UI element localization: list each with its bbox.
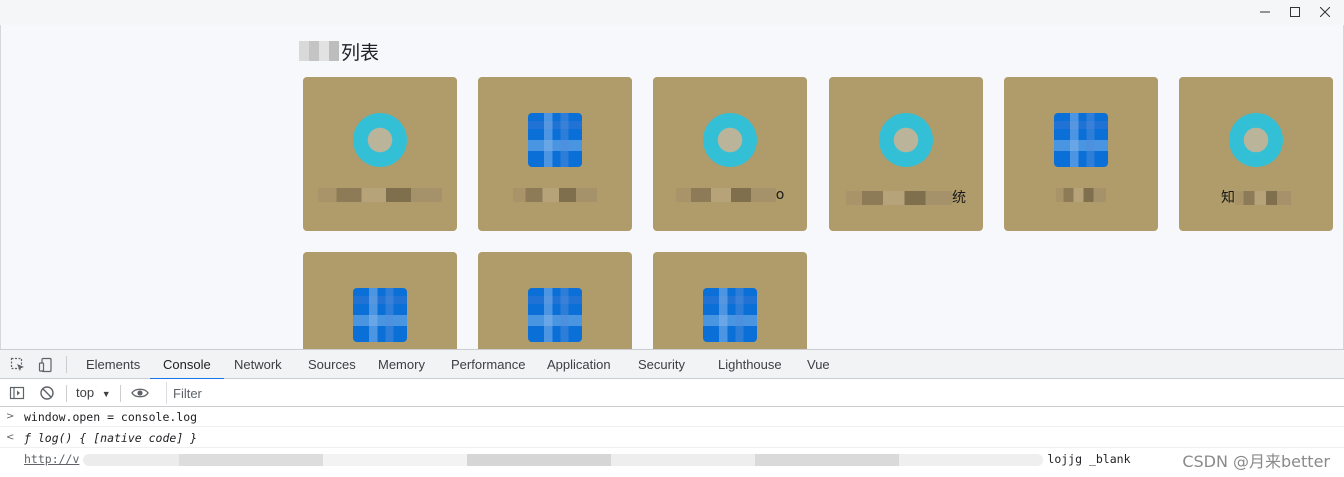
console-result-text: ƒ log() { [native code] }: [24, 431, 198, 445]
app-card[interactable]: 知: [1179, 77, 1333, 231]
console-toolbar: top ▼: [0, 379, 1344, 407]
inspect-element-icon[interactable]: [8, 355, 28, 375]
context-selector-label: top: [76, 385, 95, 400]
app-card-label: 知: [1179, 187, 1333, 207]
dropdown-arrow-icon: ▼: [101, 389, 111, 399]
devtools-tabbar: Elements Console Network Sources Memory …: [0, 350, 1344, 380]
sidebar-toggle-icon[interactable]: [7, 383, 27, 403]
close-icon[interactable]: [1310, 2, 1340, 22]
window-titlebar: [0, 0, 1344, 25]
devtools-panel: Elements Console Network Sources Memory …: [0, 349, 1344, 477]
app-card-label: [478, 187, 632, 207]
tab-elements[interactable]: Elements: [86, 350, 140, 379]
toolbar-divider: [66, 356, 67, 373]
round-app-icon: [703, 113, 757, 167]
csdn-watermark: CSDN @月来better: [1182, 452, 1330, 471]
round-app-icon: [353, 113, 407, 167]
app-card[interactable]: o: [653, 77, 807, 231]
toolbar-divider: [120, 385, 121, 402]
app-card[interactable]: [478, 252, 632, 349]
tab-vue[interactable]: Vue: [807, 350, 830, 379]
redacted-title-part: [299, 41, 339, 61]
console-log-text: http://v lojjg _blank: [24, 449, 1131, 469]
result-arrow-icon: <: [6, 432, 15, 443]
log-url-link[interactable]: http://v: [24, 452, 79, 466]
clear-console-icon[interactable]: [37, 383, 57, 403]
app-card[interactable]: 统: [829, 77, 983, 231]
tab-memory[interactable]: Memory: [378, 350, 425, 379]
page-title-text: 列表: [341, 41, 380, 64]
square-app-icon: [353, 288, 407, 342]
app-card-label: [303, 187, 457, 207]
app-card[interactable]: [303, 252, 457, 349]
tab-application[interactable]: Application: [547, 350, 611, 379]
app-card[interactable]: [303, 77, 457, 231]
page-title: 列表: [299, 38, 379, 64]
redacted-label: [318, 188, 442, 202]
redacted-url: [83, 453, 1044, 466]
console-filter-input[interactable]: [166, 382, 1344, 404]
maximize-icon[interactable]: [1280, 2, 1310, 22]
device-toggle-icon[interactable]: [36, 355, 56, 375]
tab-network[interactable]: Network: [234, 350, 282, 379]
console-log-line: http://v lojjg _blank: [0, 449, 1344, 469]
console-input-text: window.open = console.log: [24, 410, 198, 424]
redacted-label: [846, 191, 952, 205]
redacted-label: [675, 188, 776, 202]
square-app-icon: [528, 288, 582, 342]
app-card-label: 统: [829, 187, 983, 207]
toolbar-divider: [66, 385, 67, 402]
redacted-label: [513, 188, 597, 202]
minimize-icon[interactable]: [1250, 2, 1280, 22]
round-app-icon: [1229, 113, 1283, 167]
redacted-label: [1056, 188, 1106, 202]
console-result-line: < ƒ log() { [native code] }: [0, 428, 1344, 448]
live-expression-eye-icon[interactable]: [130, 383, 150, 403]
square-app-icon: [528, 113, 582, 167]
app-card[interactable]: [653, 252, 807, 349]
square-app-icon: [703, 288, 757, 342]
tab-performance[interactable]: Performance: [451, 350, 525, 379]
tab-sources[interactable]: Sources: [308, 350, 356, 379]
input-prompt-icon: >: [6, 411, 15, 422]
redacted-label: [1235, 191, 1291, 205]
tab-console[interactable]: Console: [150, 350, 224, 380]
app-card-label: [1004, 187, 1158, 207]
context-selector[interactable]: top ▼: [76, 379, 111, 407]
app-card[interactable]: [1004, 77, 1158, 231]
round-app-icon: [879, 113, 933, 167]
tab-lighthouse[interactable]: Lighthouse: [718, 350, 782, 379]
app-card[interactable]: [478, 77, 632, 231]
square-app-icon: [1054, 113, 1108, 167]
app-card-label: o: [653, 187, 807, 207]
log-url-fragment: lojjg: [1047, 452, 1083, 466]
console-input-line: > window.open = console.log: [0, 407, 1344, 427]
app-page: 列表 o 统 知: [0, 25, 1344, 349]
tab-security[interactable]: Security: [638, 350, 685, 379]
log-target: _blank: [1088, 452, 1131, 466]
